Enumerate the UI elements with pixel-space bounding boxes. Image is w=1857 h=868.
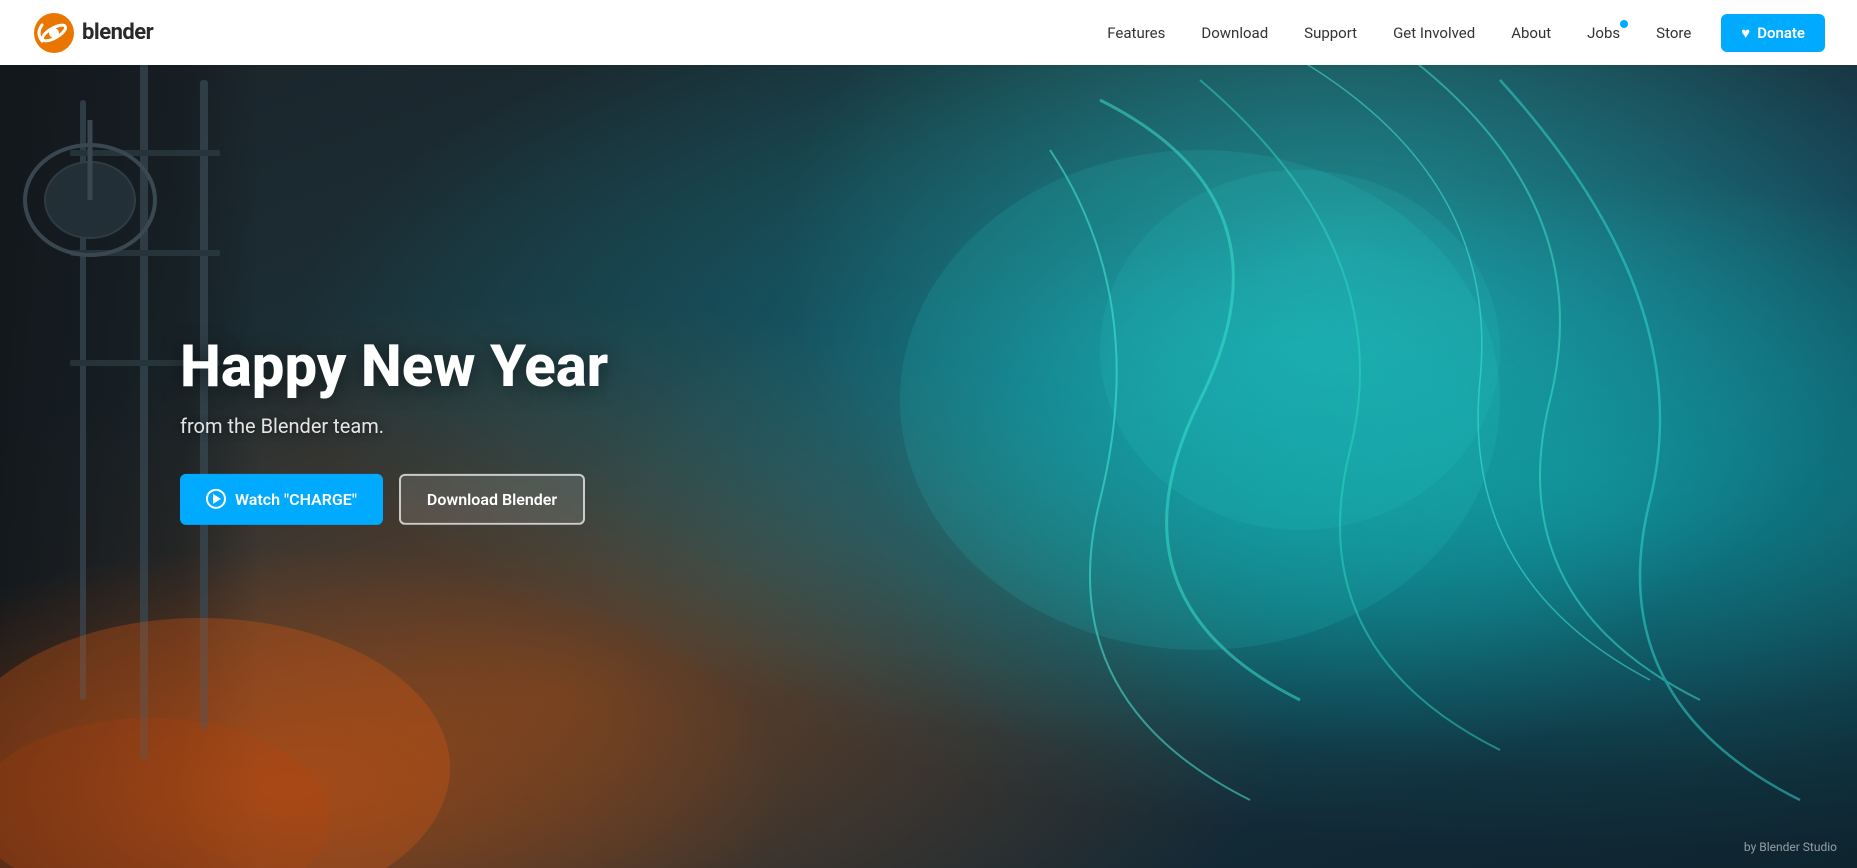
scene-glow-svg (0, 468, 600, 868)
donate-button[interactable]: ♥ Donate (1721, 14, 1825, 52)
navbar: blender Features Download Support Get In… (0, 0, 1857, 65)
play-icon (206, 489, 226, 509)
hero-subtitle: from the Blender team. (180, 414, 608, 438)
nav-jobs[interactable]: Jobs (1573, 18, 1634, 48)
nav-about[interactable]: About (1497, 18, 1565, 48)
hero-buttons: Watch "CHARGE" Download Blender (180, 474, 608, 525)
hero-section: Happy New Year from the Blender team. Wa… (0, 0, 1857, 868)
nav-store[interactable]: Store (1642, 18, 1705, 48)
logo-link[interactable]: blender (32, 11, 153, 55)
nav-features[interactable]: Features (1093, 18, 1179, 48)
hero-watermark: by Blender Studio (1744, 840, 1837, 854)
nav-get-involved[interactable]: Get Involved (1379, 18, 1489, 48)
brand-name: blender (82, 20, 153, 45)
download-blender-button[interactable]: Download Blender (399, 474, 585, 525)
play-triangle-icon (213, 494, 221, 504)
watch-button[interactable]: Watch "CHARGE" (180, 474, 383, 525)
nav-links: Features Download Support Get Involved A… (1093, 14, 1825, 52)
hero-content: Happy New Year from the Blender team. Wa… (180, 336, 608, 525)
hero-title: Happy New Year (180, 336, 608, 400)
heart-icon: ♥ (1741, 24, 1750, 42)
nav-support[interactable]: Support (1290, 18, 1371, 48)
nav-download[interactable]: Download (1187, 18, 1282, 48)
blender-logo-icon (32, 11, 76, 55)
jobs-notification-dot (1620, 20, 1628, 28)
